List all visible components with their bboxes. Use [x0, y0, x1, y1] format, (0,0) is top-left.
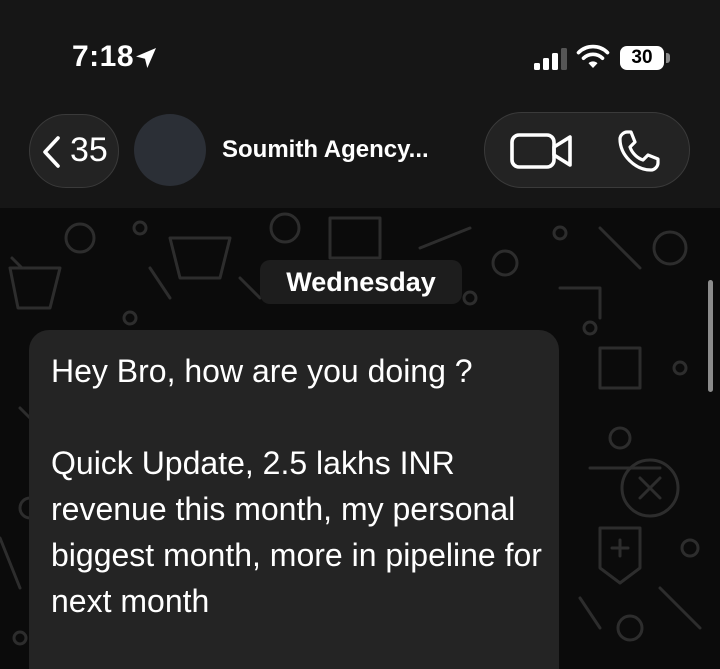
message-text: Hey Bro, how are you doing ? Quick Updat… [51, 348, 543, 624]
call-actions [484, 112, 690, 188]
back-button[interactable]: 35 [29, 114, 119, 188]
message-line: Hey Bro, how are you doing ? [51, 353, 473, 389]
cellular-signal-icon [534, 48, 567, 70]
wifi-icon [576, 44, 610, 68]
chat-screen: 7:18 30 35 Soumith Agency... Wednesday H… [0, 0, 720, 669]
contact-name[interactable]: Soumith Agency... [222, 136, 429, 164]
message-bubble[interactable]: Hey Bro, how are you doing ? Quick Updat… [29, 330, 559, 669]
date-separator: Wednesday [260, 260, 462, 304]
scrollbar[interactable] [708, 280, 713, 392]
location-arrow-icon [136, 48, 156, 68]
video-camera-icon[interactable] [509, 129, 575, 173]
battery-indicator: 30 [620, 46, 664, 70]
top-bar: 7:18 30 35 Soumith Agency... [0, 0, 720, 208]
chevron-left-icon [43, 136, 60, 168]
message-line: Quick Update, 2.5 lakhs INR revenue this… [51, 445, 542, 619]
phone-icon[interactable] [615, 129, 661, 175]
unread-count: 35 [70, 131, 108, 169]
battery-tip [666, 53, 670, 63]
contact-avatar[interactable] [134, 114, 206, 186]
status-time: 7:18 [72, 40, 135, 73]
